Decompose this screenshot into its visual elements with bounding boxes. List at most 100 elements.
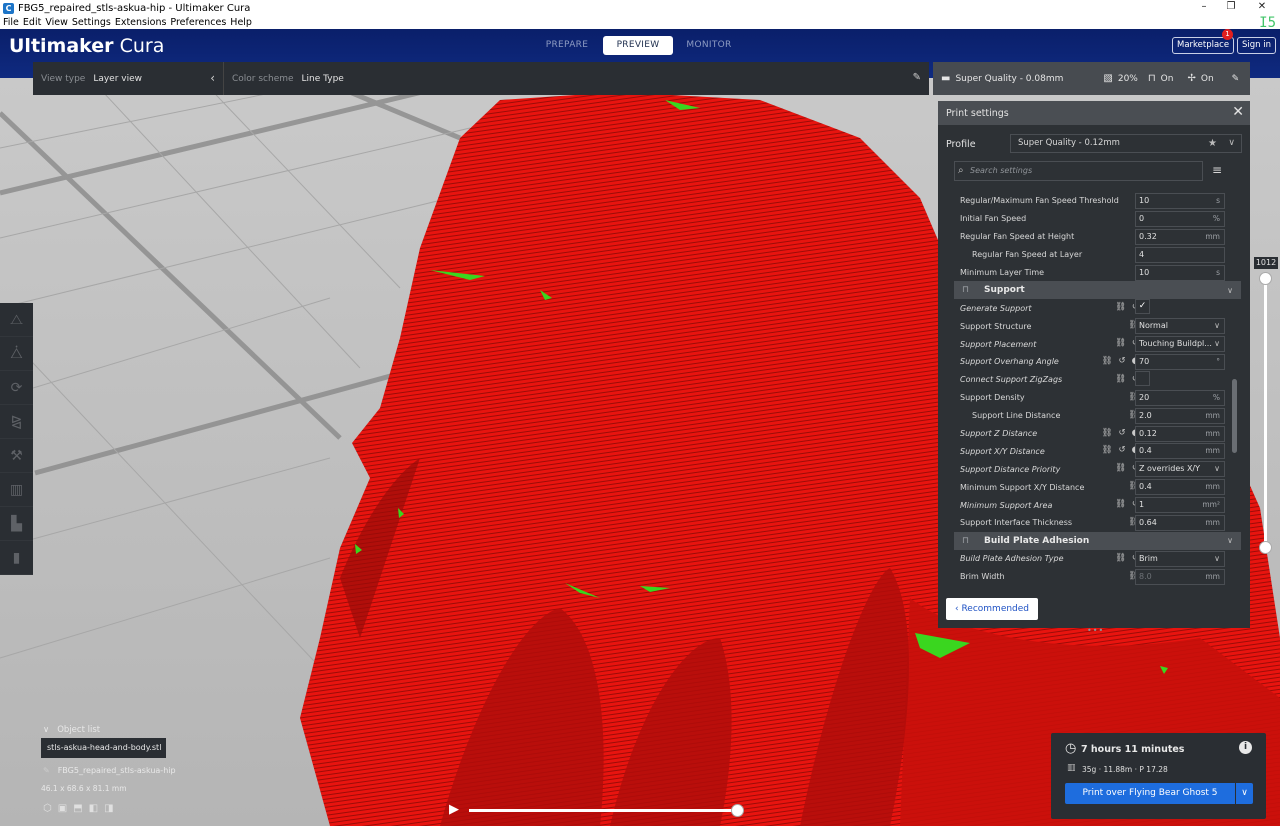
print-setup-bar[interactable]: ▬ Super Quality - 0.08mm ▧ 20% ⊓ On ✢ On… <box>933 62 1250 95</box>
tab-monitor[interactable]: MONITOR <box>674 36 744 55</box>
layer-slider-top-handle[interactable] <box>1259 272 1272 285</box>
setting-dropdown[interactable]: Touching Buildpl... ∨ <box>1135 336 1225 353</box>
setting-dropdown[interactable]: Brim ∨ <box>1135 550 1225 567</box>
reset-icon[interactable]: ↺ <box>1118 445 1125 455</box>
profile-dropdown[interactable]: Super Quality - 0.12mm ★ ∨ <box>1010 134 1242 153</box>
setting-input[interactable]: 10 s <box>1135 264 1225 281</box>
setting-input[interactable]: 0.4 mm <box>1135 479 1225 496</box>
menu-file[interactable]: File <box>3 17 19 28</box>
stairs-tool-icon[interactable]: ▙ <box>0 507 33 541</box>
menu-preferences[interactable]: Preferences <box>170 17 226 28</box>
setting-input[interactable]: 4 <box>1135 246 1225 263</box>
job-name[interactable]: ✎ FBG5_repaired_stls-askua-hip <box>43 766 176 775</box>
settings-list[interactable]: Regular/Maximum Fan Speed Threshold 10 s In… <box>954 192 1241 588</box>
setting-input[interactable]: 0.32 mm <box>1135 228 1225 245</box>
menu-extensions[interactable]: Extensions <box>115 17 167 28</box>
menu-help[interactable]: Help <box>230 17 252 28</box>
right-view-icon[interactable]: ◨ <box>104 803 113 814</box>
layer-slider-track[interactable] <box>1264 280 1267 548</box>
setting-label: Minimum Support Area <box>960 500 1053 510</box>
left-view-icon[interactable]: ◧ <box>89 803 98 814</box>
print-settings-title: Print settings <box>946 107 1009 119</box>
edit-settings-pencil-icon[interactable]: ✎ <box>1232 74 1240 84</box>
setting-row: Connect Support ZigZags⛓↺ <box>954 370 1241 389</box>
link-icon[interactable]: ⛓ <box>1115 338 1126 348</box>
star-icon[interactable]: ★ <box>1208 135 1217 152</box>
per-model-settings-icon[interactable]: ⚒ <box>0 439 33 473</box>
setting-input[interactable]: 0.12 mm <box>1135 425 1225 442</box>
move-tool-icon[interactable]: ⧍ <box>0 303 33 337</box>
support-blocker-icon[interactable]: ▥ <box>0 473 33 507</box>
sign-in-button[interactable]: Sign in <box>1237 37 1276 54</box>
recommended-button[interactable]: ‹ Recommended <box>946 598 1038 620</box>
setting-unit: mm <box>1205 231 1220 241</box>
reset-icon[interactable]: ↺ <box>1118 428 1125 438</box>
link-icon[interactable]: ⛓ <box>1115 374 1126 384</box>
link-icon[interactable]: ⛓ <box>1115 463 1126 473</box>
setting-input[interactable]: 2.0 mm <box>1135 407 1225 424</box>
link-icon[interactable]: ⛓ <box>1102 428 1113 438</box>
setting-input[interactable]: 20% <box>1135 389 1225 406</box>
adhesion-indicator[interactable]: ✢ On <box>1187 73 1213 84</box>
front-view-icon[interactable]: ▣ <box>58 803 67 814</box>
layer-slider-bottom-handle[interactable] <box>1259 541 1272 554</box>
object-list-toggle[interactable]: ∨ Object list <box>43 725 100 735</box>
scale-tool-icon[interactable]: ⧊ <box>0 337 33 371</box>
setting-checkbox[interactable] <box>1135 370 1150 386</box>
top-view-icon[interactable]: ⬒ <box>73 803 82 814</box>
setting-dropdown[interactable]: Z overrides X/Y ∨ <box>1135 461 1225 478</box>
pencil-icon[interactable]: ✎ <box>913 72 921 83</box>
infill-indicator[interactable]: ▧ 20% <box>1103 73 1137 84</box>
setting-input[interactable]: 1 mm² <box>1135 497 1225 514</box>
setting-input[interactable]: 0.4 mm <box>1135 443 1225 460</box>
cylinder-tool-icon[interactable]: ▮ <box>0 541 33 575</box>
settings-category-support[interactable]: ⊓ Support ∨ <box>954 281 1241 300</box>
setting-unit: mm <box>1205 571 1220 581</box>
chevron-down-icon: ∨ <box>43 725 50 735</box>
search-settings-input[interactable]: ⌕ Search settings <box>954 161 1203 181</box>
chevron-left-icon[interactable]: ‹ <box>210 71 215 85</box>
link-icon[interactable]: ⛓ <box>1115 553 1126 563</box>
link-icon[interactable]: ⛓ <box>1102 356 1113 366</box>
reset-icon[interactable]: ↺ <box>1118 356 1125 366</box>
setting-input[interactable]: 0.64 mm <box>1135 515 1225 532</box>
setting-input[interactable]: 0% <box>1135 210 1225 227</box>
panel-resize-handle[interactable]: ••• <box>1087 626 1104 635</box>
layer-number[interactable]: 1012 <box>1254 257 1278 269</box>
menu-view[interactable]: View <box>45 17 68 28</box>
color-scheme-selector[interactable]: Color scheme Line Type ✎ <box>224 62 929 95</box>
menu-edit[interactable]: Edit <box>23 17 41 28</box>
rotate-tool-icon[interactable]: ⟳ <box>0 371 33 405</box>
setting-dropdown[interactable]: Normal ∨ <box>1135 318 1225 335</box>
quality-indicator[interactable]: ▬ Super Quality - 0.08mm <box>941 73 1063 84</box>
tab-prepare[interactable]: PREPARE <box>532 36 602 55</box>
link-icon[interactable]: ⛓ <box>1115 302 1126 312</box>
menu-settings[interactable]: Settings <box>72 17 111 28</box>
view-type-selector[interactable]: View type Layer view ‹ <box>33 62 223 95</box>
search-icon: ⌕ <box>958 165 964 176</box>
object-list-item[interactable]: stls-askua-head-and-body.stl <box>41 738 166 758</box>
setting-row: Brim Width ⛓ 8.0 mm <box>954 568 1241 586</box>
settings-scrollbar[interactable] <box>1232 379 1237 453</box>
link-icon[interactable]: ⛓ <box>1102 445 1113 455</box>
3d-view-icon[interactable]: ⬡ <box>43 803 52 814</box>
play-icon[interactable]: ▶ <box>449 802 459 818</box>
setting-input[interactable]: 8.0 mm <box>1135 568 1225 585</box>
support-indicator[interactable]: ⊓ On <box>1148 73 1174 84</box>
mirror-tool-icon[interactable]: ⧎ <box>0 405 33 439</box>
print-options-chevron-icon[interactable]: ∨ <box>1236 783 1253 804</box>
path-slider-handle[interactable] <box>731 804 744 817</box>
setting-input[interactable]: 10 s <box>1135 193 1225 209</box>
close-window-button[interactable]: ✕ <box>1244 0 1280 16</box>
close-icon[interactable]: ✕ <box>1232 104 1244 120</box>
settings-menu-icon[interactable]: ≡ <box>1212 163 1222 177</box>
tab-preview[interactable]: PREVIEW <box>603 36 673 55</box>
link-icon[interactable]: ⛓ <box>1115 499 1126 509</box>
setting-checkbox[interactable]: ✓ <box>1135 299 1150 315</box>
setting-label: Support Z Distance <box>960 429 1038 439</box>
setting-input[interactable]: 70 ° <box>1135 354 1225 371</box>
path-slider-track[interactable] <box>469 809 737 812</box>
settings-category-build-plate-adhesion[interactable]: ⊓ Build Plate Adhesion ∨ <box>954 531 1241 550</box>
info-icon[interactable]: i <box>1239 741 1252 754</box>
print-button[interactable]: Print over Flying Bear Ghost 5 <box>1065 783 1235 804</box>
